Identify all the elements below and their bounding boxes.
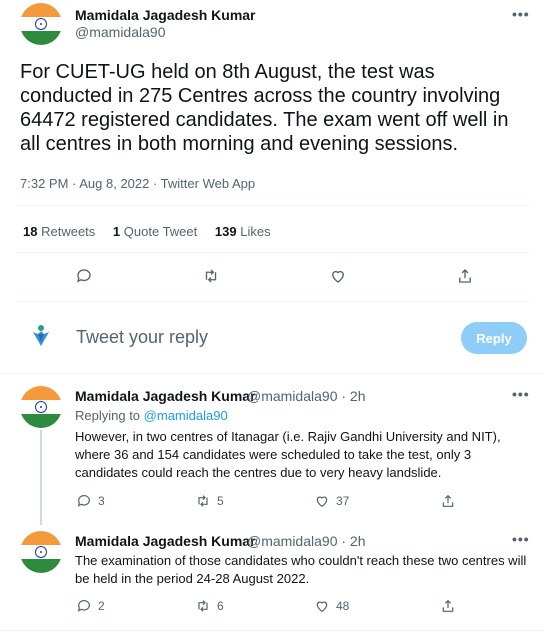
tweet-text: For CUET-UG held on 8th August, the test… <box>20 61 509 155</box>
reply-handle-time[interactable]: @mamidala90 · 2h <box>247 533 366 549</box>
share-icon <box>442 494 454 507</box>
reply-count: 3 <box>98 494 105 508</box>
ashoka-chakra-icon <box>35 401 47 413</box>
quotes-stat[interactable]: 1 Quote Tweet <box>113 224 197 239</box>
reply-avatar[interactable] <box>20 531 62 573</box>
like-icon <box>316 496 328 508</box>
author-name[interactable]: Mamidala Jagadesh Kumar <box>75 7 256 23</box>
retweet-icon <box>198 600 208 612</box>
like-count: 48 <box>336 599 350 613</box>
reply-action[interactable]: 3 <box>76 493 105 509</box>
reply-author-name[interactable]: Mamidala Jagadesh Kumar <box>75 388 256 404</box>
reply-input[interactable]: Tweet your reply <box>76 327 208 348</box>
replying-to: Replying to @mamidala90 <box>75 408 228 423</box>
author-avatar[interactable] <box>20 3 62 45</box>
tweet-stats: 18 Retweets 1 Quote Tweet 139 Likes <box>23 224 285 239</box>
share-action[interactable] <box>440 493 456 509</box>
ashoka-chakra-icon <box>35 18 47 30</box>
reply-icon <box>77 600 90 612</box>
reply-icon[interactable] <box>74 266 94 286</box>
tweet-timestamp[interactable]: 7:32 PM · Aug 8, 2022 · Twitter Web App <box>20 176 255 191</box>
more-options-icon[interactable]: ••• <box>512 386 530 402</box>
like-icon[interactable] <box>328 266 348 286</box>
likes-stat[interactable]: 139 Likes <box>215 224 271 239</box>
like-icon <box>316 601 328 613</box>
share-icon <box>442 599 454 612</box>
retweets-stat[interactable]: 18 Retweets <box>23 224 95 239</box>
reply-text: However, in two centres of Itanagar (i.e… <box>75 429 501 480</box>
like-count: 37 <box>336 494 350 508</box>
user-avatar-icon <box>33 325 49 346</box>
share-icon[interactable] <box>455 266 475 286</box>
retweet-action[interactable]: 6 <box>195 598 224 614</box>
retweet-action[interactable]: 5 <box>195 493 224 509</box>
divider <box>16 205 529 206</box>
reply-author-name[interactable]: Mamidala Jagadesh Kumar <box>75 533 256 549</box>
retweet-count: 5 <box>217 494 224 508</box>
reply-button[interactable]: Reply <box>461 322 527 354</box>
reply-icon <box>77 495 90 507</box>
retweet-icon[interactable] <box>201 266 221 286</box>
like-action[interactable]: 48 <box>314 598 349 614</box>
divider <box>16 252 529 253</box>
thread-line <box>40 430 42 525</box>
divider <box>0 373 545 374</box>
share-action[interactable] <box>440 598 456 614</box>
divider <box>16 301 529 302</box>
user-avatar[interactable] <box>28 322 54 350</box>
more-options-icon[interactable]: ••• <box>512 6 530 22</box>
reply-handle-time[interactable]: @mamidala90 · 2h <box>247 388 366 404</box>
like-action[interactable]: 37 <box>314 493 349 509</box>
author-handle[interactable]: @mamidala90 <box>75 24 165 40</box>
replying-to-link[interactable]: @mamidala90 <box>144 408 228 423</box>
divider <box>0 630 545 631</box>
more-options-icon[interactable]: ••• <box>512 531 530 547</box>
reply-text: The examination of those candidates who … <box>75 553 527 586</box>
retweet-count: 6 <box>217 599 224 613</box>
reply-action[interactable]: 2 <box>76 598 105 614</box>
retweet-icon <box>198 495 208 507</box>
reply-avatar[interactable] <box>20 386 62 428</box>
ashoka-chakra-icon <box>35 546 47 558</box>
reply-count: 2 <box>98 599 105 613</box>
